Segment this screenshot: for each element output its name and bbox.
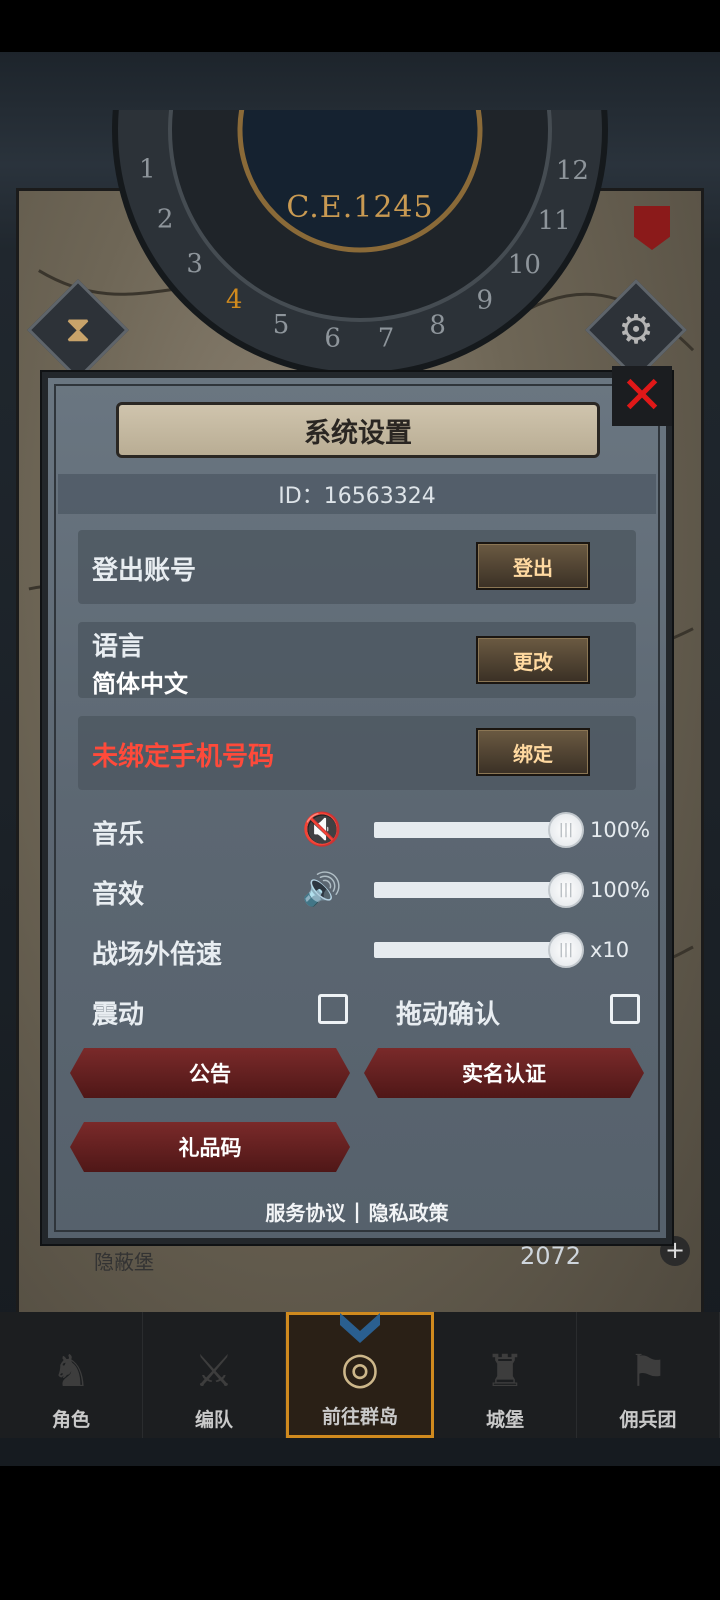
- nav-item-castle[interactable]: ♜ 城堡: [434, 1312, 577, 1438]
- close-icon: ✕: [620, 366, 664, 426]
- music-slider-knob[interactable]: |||: [548, 812, 584, 848]
- privacy-link[interactable]: 隐私政策: [369, 1197, 449, 1226]
- bind-phone-button[interactable]: 绑定: [476, 728, 590, 776]
- wheel-number: 7: [378, 323, 395, 353]
- castle-icon: ♜: [485, 1346, 525, 1397]
- music-slider[interactable]: [374, 822, 570, 838]
- notice-button[interactable]: 公告: [70, 1048, 350, 1098]
- phone-unbound-label: 未绑定手机号码: [92, 742, 275, 772]
- music-label: 音乐: [92, 820, 145, 850]
- close-button[interactable]: ✕: [612, 366, 672, 426]
- helmet-icon: ⚔: [194, 1346, 234, 1397]
- wheel-number: 4: [226, 285, 243, 315]
- language-label: 语言: [92, 632, 145, 662]
- wheel-number: 10: [508, 250, 541, 280]
- nav-label-mercenary: 佣兵团: [619, 1409, 677, 1431]
- speed-slider-knob[interactable]: |||: [548, 932, 584, 968]
- nav-item-character[interactable]: ♞ 角色: [0, 1312, 143, 1438]
- vibration-label: 震动: [92, 1000, 145, 1030]
- wheel-number: 1: [139, 155, 156, 185]
- nav-item-mercenary[interactable]: ⚑ 佣兵团: [577, 1312, 720, 1438]
- speed-slider[interactable]: [374, 942, 570, 958]
- calendar-wheel[interactable]: 12345 6 7 89101112: [80, 110, 640, 370]
- vibration-checkbox[interactable]: [318, 994, 348, 1024]
- music-value: 100%: [590, 818, 651, 842]
- footer-links: 服务协议 | 隐私政策: [42, 1196, 672, 1226]
- user-id: ID：16563324: [58, 474, 656, 514]
- system-nav-area: [0, 1466, 720, 1600]
- sfx-label: 音效: [92, 880, 145, 910]
- footer-separator: |: [353, 1199, 361, 1223]
- wheel-number: 6: [324, 323, 341, 353]
- drag-confirm-label: 拖动确认: [396, 1000, 501, 1030]
- knight-icon: ♞: [51, 1346, 91, 1397]
- sfx-slider[interactable]: [374, 882, 570, 898]
- resource-counter: 2072: [520, 1242, 582, 1270]
- nav-item-islands[interactable]: ◎ 前往群岛: [286, 1312, 434, 1438]
- real-name-verify-button[interactable]: 实名认证: [364, 1048, 644, 1098]
- chevron-down-icon: [340, 1313, 380, 1343]
- wheel-number: 9: [477, 286, 494, 316]
- speaker-muted-icon[interactable]: 🔇: [302, 810, 342, 848]
- speaker-icon[interactable]: 🔊: [302, 870, 342, 908]
- era-year-label: C.E.1245: [286, 190, 434, 225]
- logout-button[interactable]: 登出: [476, 542, 590, 590]
- drag-confirm-checkbox[interactable]: [610, 994, 640, 1024]
- bottom-nav: ♞ 角色 ⚔ 编队 ◎ 前往群岛 ♜ 城堡 ⚑ 佣兵团: [0, 1312, 720, 1438]
- sfx-slider-knob[interactable]: |||: [548, 872, 584, 908]
- change-language-button[interactable]: 更改: [476, 636, 590, 684]
- wheel-number: 3: [186, 249, 203, 279]
- wheel-number: 12: [556, 156, 589, 186]
- banner-icon: ⚑: [628, 1346, 668, 1397]
- globe-icon: ◎: [340, 1343, 380, 1394]
- gear-icon: ⚙: [618, 307, 654, 353]
- logout-label: 登出账号: [92, 556, 197, 586]
- location-label: 隐蔽堡: [94, 1250, 154, 1274]
- language-value: 简体中文: [92, 670, 188, 698]
- dialog-title: 系统设置: [116, 402, 600, 458]
- wheel-number: 5: [273, 310, 290, 340]
- status-bar-area: [0, 0, 720, 52]
- gift-code-button[interactable]: 礼品码: [70, 1122, 350, 1172]
- nav-label-formation: 编队: [194, 1409, 233, 1431]
- nav-label-islands: 前往群岛: [321, 1406, 398, 1428]
- hourglass-icon: ⧗: [65, 309, 91, 350]
- nav-item-formation[interactable]: ⚔ 编队: [143, 1312, 286, 1438]
- nav-label-character: 角色: [51, 1409, 90, 1431]
- speed-label: 战场外倍速: [92, 940, 223, 970]
- wheel-number: 8: [429, 311, 446, 341]
- speed-value: x10: [590, 938, 630, 962]
- sfx-value: 100%: [590, 878, 651, 902]
- nav-label-castle: 城堡: [485, 1409, 524, 1431]
- terms-link[interactable]: 服务协议: [265, 1197, 345, 1226]
